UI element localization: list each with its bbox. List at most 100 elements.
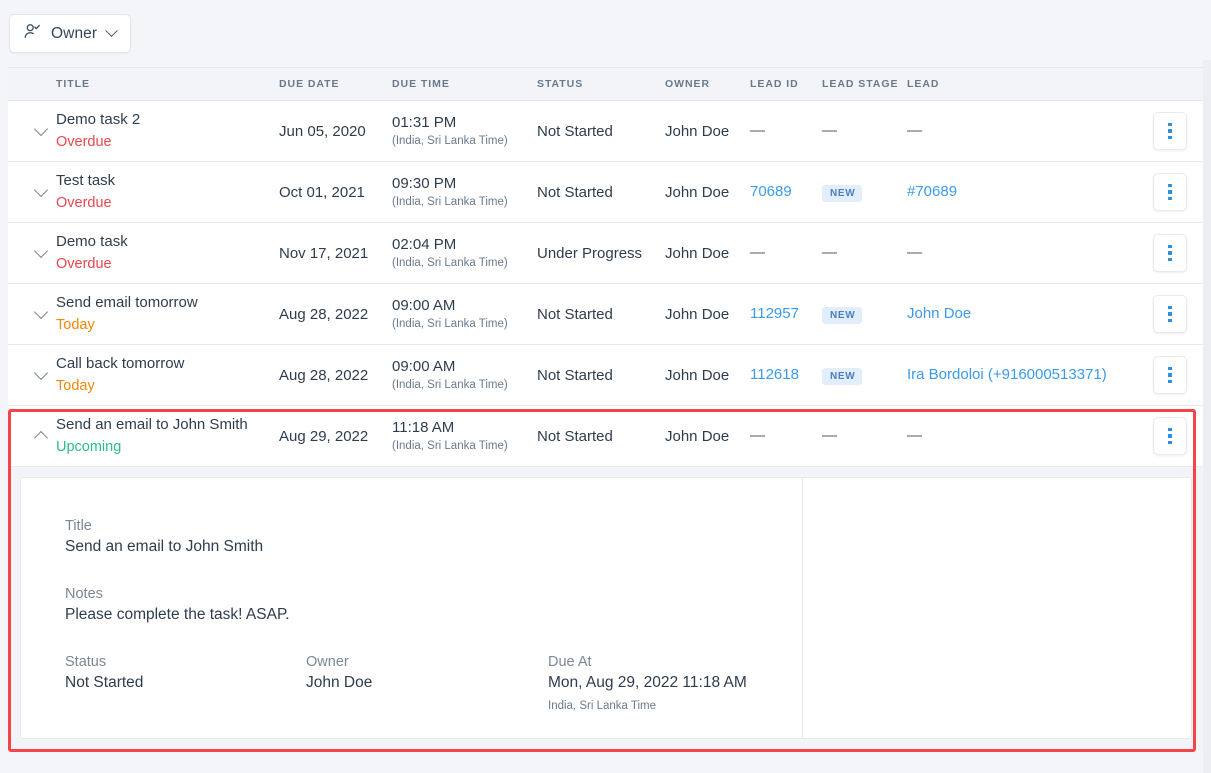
column-header-due-time[interactable]: DUE TIME	[392, 78, 537, 90]
due-time-timezone: (India, Sri Lanka Time)	[392, 377, 537, 393]
cell-actions	[1132, 417, 1204, 455]
owner-filter-label: Owner	[51, 25, 97, 43]
column-header-lead-id[interactable]: LEAD ID	[750, 78, 822, 90]
kebab-menu-icon[interactable]	[1153, 295, 1187, 333]
lead-id-value[interactable]: 112957	[750, 305, 799, 322]
task-title: Send email tomorrow	[56, 293, 279, 313]
task-detail-panel: Title Send an email to John Smith Notes …	[8, 467, 1204, 751]
filter-toolbar: Owner	[0, 0, 1211, 67]
due-time-timezone: (India, Sri Lanka Time)	[392, 133, 537, 149]
table-row[interactable]: Call back tomorrow Today Aug 28, 2022 09…	[8, 345, 1204, 406]
detail-status-block: Status Not Started	[65, 652, 306, 715]
table-row[interactable]: Send an email to John Smith Upcoming Aug…	[8, 406, 1204, 467]
task-detail-side-pane	[802, 478, 1191, 738]
cell-title: Call back tomorrow Today	[56, 354, 279, 396]
cell-title: Send an email to John Smith Upcoming	[56, 415, 279, 457]
cell-lead-id: —	[750, 427, 822, 445]
table-row[interactable]: Send email tomorrow Today Aug 28, 2022 0…	[8, 284, 1204, 345]
kebab-menu-icon[interactable]	[1153, 234, 1187, 272]
kebab-menu-icon[interactable]	[1153, 112, 1187, 150]
cell-lead: Ira Bordoloi (+916000513371)	[907, 366, 1132, 384]
cell-due-date: Aug 28, 2022	[279, 306, 392, 323]
row-expand-toggle[interactable]	[8, 189, 56, 195]
detail-due-at-label: Due At	[548, 652, 802, 672]
task-state: Overdue	[56, 255, 279, 274]
lead-stage-badge: NEW	[822, 368, 862, 385]
cell-lead-id: 112618	[750, 366, 822, 384]
detail-status-label: Status	[65, 652, 306, 672]
cell-status: Not Started	[537, 367, 665, 384]
chevron-down-icon	[34, 183, 48, 197]
cell-title: Demo task 2 Overdue	[56, 110, 279, 152]
due-time-value: 09:30 PM	[392, 174, 537, 193]
lead-stage-badge: NEW	[822, 185, 862, 202]
cell-lead-stage: NEW	[822, 305, 907, 324]
row-expand-toggle[interactable]	[8, 429, 56, 443]
lead-id-value[interactable]: 70689	[750, 183, 792, 200]
lead-id-value: —	[750, 427, 765, 444]
table-row[interactable]: Test task Overdue Oct 01, 2021 09:30 PM …	[8, 162, 1204, 223]
column-header-lead[interactable]: LEAD	[907, 78, 1132, 90]
column-header-status[interactable]: STATUS	[537, 78, 665, 90]
cell-actions	[1132, 356, 1204, 394]
task-detail-content: Title Send an email to John Smith Notes …	[21, 478, 802, 738]
user-check-icon	[23, 22, 42, 46]
column-header-title[interactable]: TITLE	[56, 78, 279, 90]
lead-id-value: —	[750, 244, 765, 261]
cell-status: Not Started	[537, 123, 665, 140]
cell-actions	[1132, 112, 1204, 150]
due-time-value: 01:31 PM	[392, 113, 537, 132]
column-header-lead-stage[interactable]: LEAD STAGE	[822, 78, 907, 90]
kebab-menu-icon[interactable]	[1153, 173, 1187, 211]
cell-lead-stage: —	[822, 122, 907, 140]
kebab-menu-icon[interactable]	[1153, 356, 1187, 394]
table-row[interactable]: Demo task Overdue Nov 17, 2021 02:04 PM …	[8, 223, 1204, 284]
cell-due-time: 09:30 PM (India, Sri Lanka Time)	[392, 174, 537, 210]
cell-status: Not Started	[537, 428, 665, 445]
lead-value: —	[907, 244, 922, 261]
task-title: Call back tomorrow	[56, 354, 279, 374]
column-header-due-date[interactable]: DUE DATE	[279, 78, 392, 90]
cell-owner: John Doe	[665, 123, 750, 140]
lead-stage-value: —	[822, 122, 837, 139]
row-expand-toggle[interactable]	[8, 250, 56, 256]
detail-title-value: Send an email to John Smith	[65, 536, 802, 558]
chevron-down-icon	[34, 122, 48, 136]
cell-status: Not Started	[537, 306, 665, 323]
detail-due-at-timezone: India, Sri Lanka Time	[548, 697, 802, 715]
cell-lead: —	[907, 244, 1132, 262]
lead-stage-badge: NEW	[822, 307, 862, 324]
detail-owner-label: Owner	[306, 652, 548, 672]
detail-meta-row: Status Not Started Owner John Doe Due At…	[65, 652, 802, 715]
cell-lead-stage: —	[822, 427, 907, 445]
column-header-owner[interactable]: OWNER	[665, 78, 750, 90]
lead-value[interactable]: #70689	[907, 183, 957, 200]
kebab-menu-icon[interactable]	[1153, 417, 1187, 455]
task-title: Send an email to John Smith	[56, 415, 279, 435]
detail-title-label: Title	[65, 516, 802, 536]
cell-actions	[1132, 295, 1204, 333]
owner-filter-button[interactable]: Owner	[9, 14, 131, 53]
detail-owner-block: Owner John Doe	[306, 652, 548, 715]
row-expand-toggle[interactable]	[8, 128, 56, 134]
row-expand-toggle[interactable]	[8, 372, 56, 378]
cell-actions	[1132, 234, 1204, 272]
cell-owner: John Doe	[665, 367, 750, 384]
cell-actions	[1132, 173, 1204, 211]
row-expand-toggle[interactable]	[8, 311, 56, 317]
lead-value[interactable]: John Doe	[907, 305, 971, 322]
task-state: Upcoming	[56, 438, 279, 457]
cell-lead-id: —	[750, 244, 822, 262]
cell-owner: John Doe	[665, 428, 750, 445]
lead-stage-value: —	[822, 427, 837, 444]
table-row[interactable]: Demo task 2 Overdue Jun 05, 2020 01:31 P…	[8, 101, 1204, 162]
detail-status-value[interactable]: Not Started	[65, 672, 306, 694]
chevron-down-icon	[34, 244, 48, 258]
cell-status: Under Progress	[537, 245, 665, 262]
lead-id-value[interactable]: 112618	[750, 366, 799, 383]
lead-value[interactable]: Ira Bordoloi (+916000513371)	[907, 366, 1107, 383]
detail-title-block: Title Send an email to John Smith	[65, 516, 802, 558]
cell-title: Demo task Overdue	[56, 232, 279, 274]
task-title: Test task	[56, 171, 279, 191]
lead-value: —	[907, 122, 922, 139]
